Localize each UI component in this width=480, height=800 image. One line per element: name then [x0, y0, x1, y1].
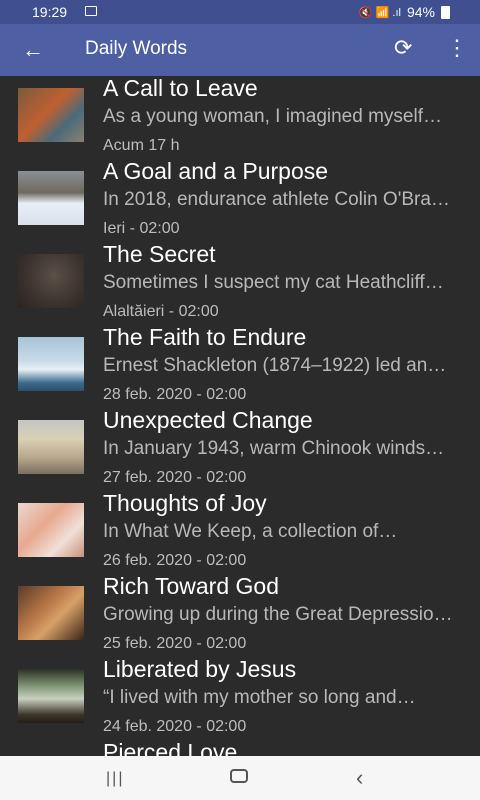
article-snippet: Ernest Shackleton (1874–1922) led an… — [103, 355, 447, 376]
app-bar: ← Daily Words ⟳ ⋮ — [0, 24, 480, 76]
article-list[interactable]: A Call to Leave As a young woman, I imag… — [0, 76, 480, 756]
battery-percent: 94% — [406, 4, 435, 20]
list-item[interactable]: Unexpected Change In January 1943, warm … — [0, 407, 480, 491]
battery-icon — [441, 5, 450, 19]
list-item[interactable]: The Secret Sometimes I suspect my cat He… — [0, 241, 480, 325]
article-thumbnail — [18, 503, 84, 557]
article-snippet: In What We Keep, a collection of… — [103, 521, 398, 542]
article-thumbnail — [18, 420, 84, 474]
article-title: Liberated by Jesus — [103, 656, 297, 682]
article-thumbnail — [18, 88, 84, 142]
more-options-icon[interactable]: ⋮ — [446, 35, 468, 61]
article-snippet: “I lived with my mother so long and… — [103, 687, 416, 708]
article-date: 25 feb. 2020 - 02:00 — [103, 635, 247, 652]
article-snippet: Sometimes I suspect my cat Heathcliff… — [103, 272, 444, 293]
list-item[interactable]: Pierced Love — [0, 739, 480, 756]
article-thumbnail — [18, 254, 84, 308]
article-date: 28 feb. 2020 - 02:00 — [103, 386, 247, 403]
article-title: Pierced Love — [103, 739, 238, 756]
article-thumbnail — [18, 171, 84, 225]
article-snippet: In January 1943, warm Chinook winds… — [103, 438, 445, 459]
signal-icons: 🔇 📶 .ıl — [358, 6, 401, 19]
recents-icon[interactable]: ||| — [106, 770, 124, 788]
page-title: Daily Words — [85, 38, 188, 59]
article-title: Thoughts of Joy — [103, 490, 267, 516]
article-date: Ieri - 02:00 — [103, 220, 180, 237]
article-date: Acum 17 h — [103, 137, 180, 154]
article-date: 27 feb. 2020 - 02:00 — [103, 469, 247, 486]
refresh-icon[interactable]: ⟳ — [394, 35, 412, 61]
article-title: The Faith to Endure — [103, 324, 307, 350]
status-bar: 19:29 🔇 📶 .ıl 94% — [0, 0, 480, 24]
status-icons: 🔇 📶 .ıl 94% — [359, 4, 450, 20]
article-title: The Secret — [103, 241, 216, 267]
article-thumbnail — [18, 586, 84, 640]
article-snippet: In 2018, endurance athlete Colin O'Brady… — [103, 189, 460, 210]
status-time: 19:29 — [32, 4, 68, 20]
article-snippet: Growing up during the Great Depression… — [103, 604, 460, 625]
article-thumbnail — [18, 669, 84, 723]
article-date: 24 feb. 2020 - 02:00 — [103, 718, 247, 735]
list-item[interactable]: The Faith to Endure Ernest Shackleton (1… — [0, 324, 480, 408]
back-arrow-icon[interactable]: ← — [22, 37, 44, 63]
system-nav-bar: ||| ‹ — [0, 756, 480, 800]
article-date: Alaltăieri - 02:00 — [103, 303, 219, 320]
list-item[interactable]: A Goal and a Purpose In 2018, endurance … — [0, 158, 480, 242]
list-item[interactable]: Rich Toward God Growing up during the Gr… — [0, 573, 480, 657]
list-item[interactable]: Thoughts of Joy In What We Keep, a colle… — [0, 490, 480, 574]
article-title: Rich Toward God — [103, 573, 279, 599]
list-item[interactable]: Liberated by Jesus “I lived with my moth… — [0, 656, 480, 740]
article-snippet: As a young woman, I imagined myself… — [103, 106, 442, 127]
article-title: A Call to Leave — [103, 76, 258, 101]
back-icon[interactable]: ‹ — [356, 765, 363, 791]
article-date: 26 feb. 2020 - 02:00 — [103, 552, 247, 569]
home-icon[interactable] — [230, 769, 248, 783]
article-title: Unexpected Change — [103, 407, 313, 433]
list-item[interactable]: A Call to Leave As a young woman, I imag… — [0, 76, 480, 159]
article-title: A Goal and a Purpose — [103, 158, 329, 184]
article-thumbnail — [18, 337, 84, 391]
image-notification-icon — [85, 6, 97, 16]
